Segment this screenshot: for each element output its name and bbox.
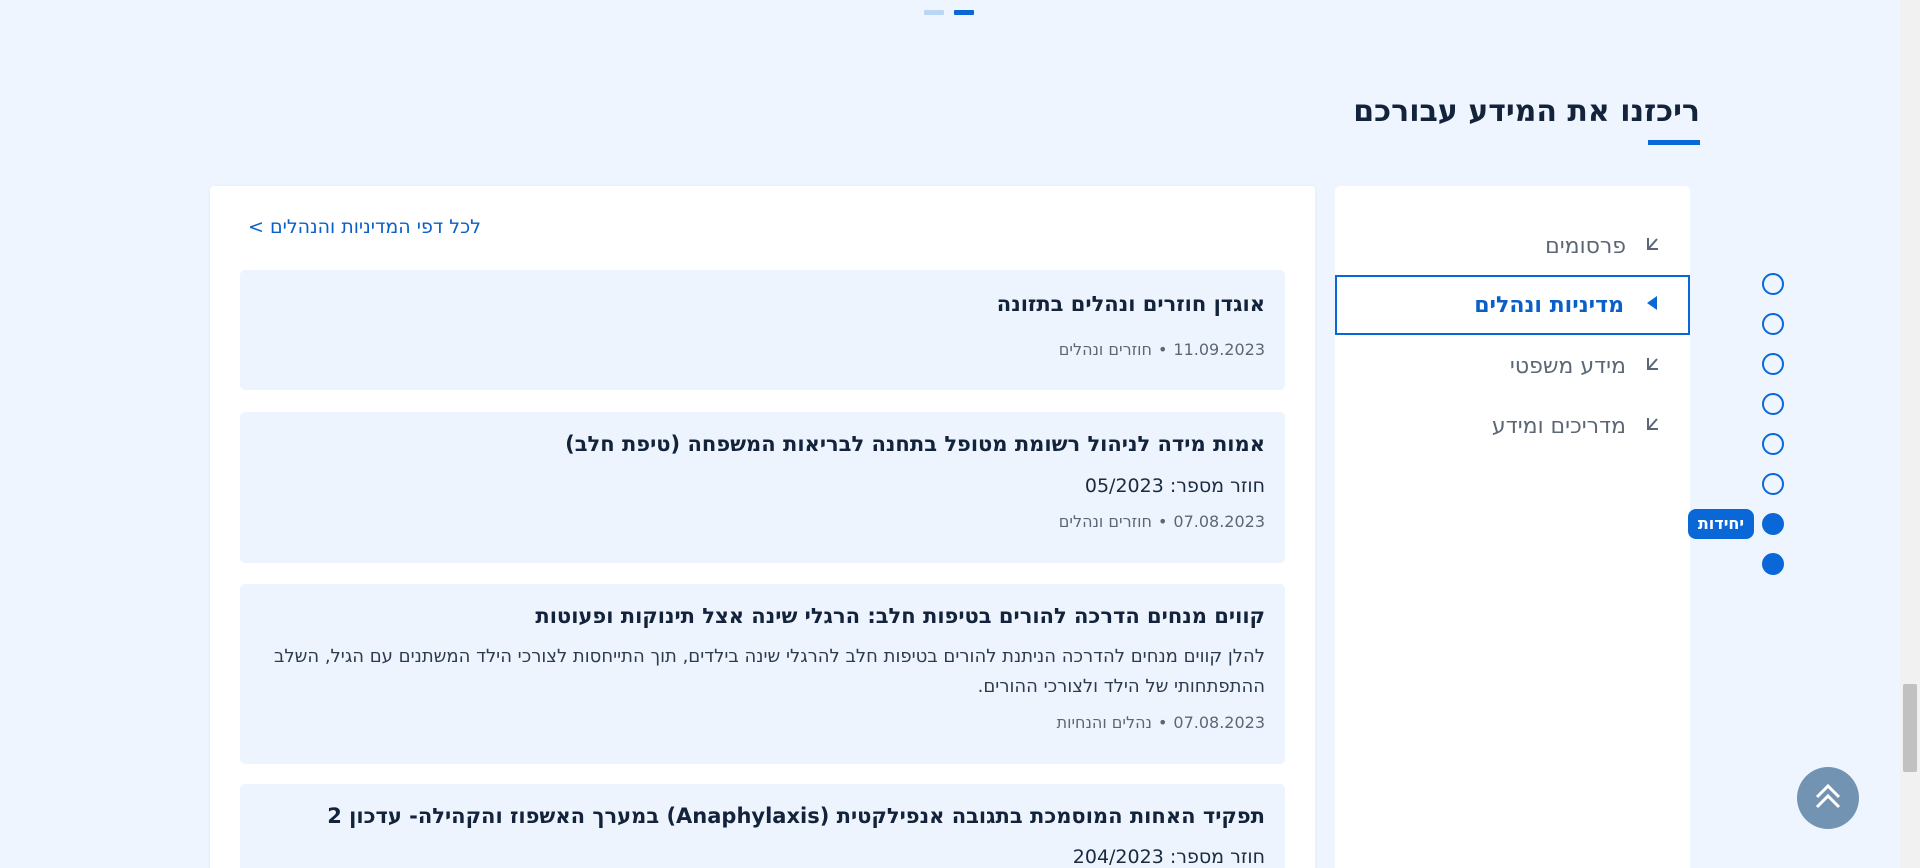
card-title[interactable]: אוגדן חוזרים ונהלים בתזונה (997, 292, 1265, 316)
section-title: ריכזנו את המידע עבורכם (1353, 94, 1700, 129)
list-item[interactable]: אמות מידה לניהול רשומת מטופל בתחנה לבריא… (240, 412, 1285, 563)
carousel-pagination (924, 10, 974, 15)
card-circular-number: חוזר מספר: 204/2023 (1072, 846, 1265, 868)
card-title[interactable]: תפקיד האחות המוסמכת בתגובה אנפילקטית (An… (327, 804, 1265, 828)
carousel-dot-active[interactable] (954, 10, 974, 15)
menu-item-label: מידע משפטי (1509, 353, 1626, 379)
menu-item-guides[interactable]: מדריכים ומידע (1335, 396, 1690, 456)
card-title[interactable]: קווים מנחים הדרכה להורים בטיפות חלב: הרג… (535, 604, 1265, 628)
card-meta: 07.08.2023•חוזרים ונהלים (1058, 512, 1265, 531)
card-meta: 07.08.2023•נהלים והנחיות (1056, 713, 1265, 732)
card-circular-number: חוזר מספר: 05/2023 (1084, 475, 1265, 497)
card-category: נהלים והנחיות (1056, 713, 1152, 732)
chevron-corner-icon (1640, 416, 1660, 436)
back-to-top-button[interactable] (1797, 767, 1859, 829)
list-item[interactable]: קווים מנחים הדרכה להורים בטיפות חלב: הרג… (240, 584, 1285, 764)
card-title[interactable]: אמות מידה לניהול רשומת מטופל בתחנה לבריא… (565, 432, 1265, 456)
menu-item-publications[interactable]: פרסומים (1335, 216, 1690, 276)
card-date: 07.08.2023 (1173, 512, 1265, 531)
section-nav-dot[interactable] (1762, 313, 1784, 335)
card-date: 07.08.2023 (1173, 713, 1265, 732)
menu-item-label: מדיניות ונהלים (1474, 292, 1624, 318)
section-nav-dot[interactable] (1762, 353, 1784, 375)
section-nav-dot[interactable] (1762, 433, 1784, 455)
section-nav-dot-active[interactable] (1762, 513, 1784, 535)
menu-item-label: פרסומים (1545, 233, 1626, 259)
card-category: חוזרים ונהלים (1058, 340, 1152, 359)
double-chevron-up-icon (1813, 781, 1843, 816)
menu-item-policies[interactable]: מדיניות ונהלים (1335, 275, 1690, 335)
carousel-dot[interactable] (924, 10, 944, 15)
list-item[interactable]: תפקיד האחות המוסמכת בתגובה אנפילקטית (An… (240, 784, 1285, 868)
menu-item-legal-info[interactable]: מידע משפטי (1335, 336, 1690, 396)
title-underline (1648, 140, 1700, 145)
list-item[interactable]: אוגדן חוזרים ונהלים בתזונה 11.09.2023•חו… (240, 270, 1285, 390)
section-nav-dot[interactable] (1762, 473, 1784, 495)
chevron-corner-icon (1640, 236, 1660, 256)
section-nav-dot[interactable] (1762, 393, 1784, 415)
triangle-left-icon (1638, 295, 1658, 316)
menu-item-label: מדריכים ומידע (1491, 413, 1626, 439)
scrollbar[interactable] (1900, 0, 1920, 868)
section-nav-dot[interactable] (1762, 273, 1784, 295)
scrollbar-thumb[interactable] (1903, 684, 1917, 772)
section-nav-badge: יחידות (1688, 509, 1754, 539)
all-policies-link[interactable]: לכל דפי המדיניות והנהלים > (248, 216, 481, 238)
section-nav-dot[interactable] (1762, 553, 1784, 575)
card-category: חוזרים ונהלים (1058, 512, 1152, 531)
card-date: 11.09.2023 (1173, 340, 1265, 359)
card-meta: 11.09.2023•חוזרים ונהלים (1058, 340, 1265, 359)
card-description: להלן קווים מנחים להדרכה הניתנת להורים בט… (273, 646, 1265, 697)
chevron-corner-icon (1640, 356, 1660, 376)
